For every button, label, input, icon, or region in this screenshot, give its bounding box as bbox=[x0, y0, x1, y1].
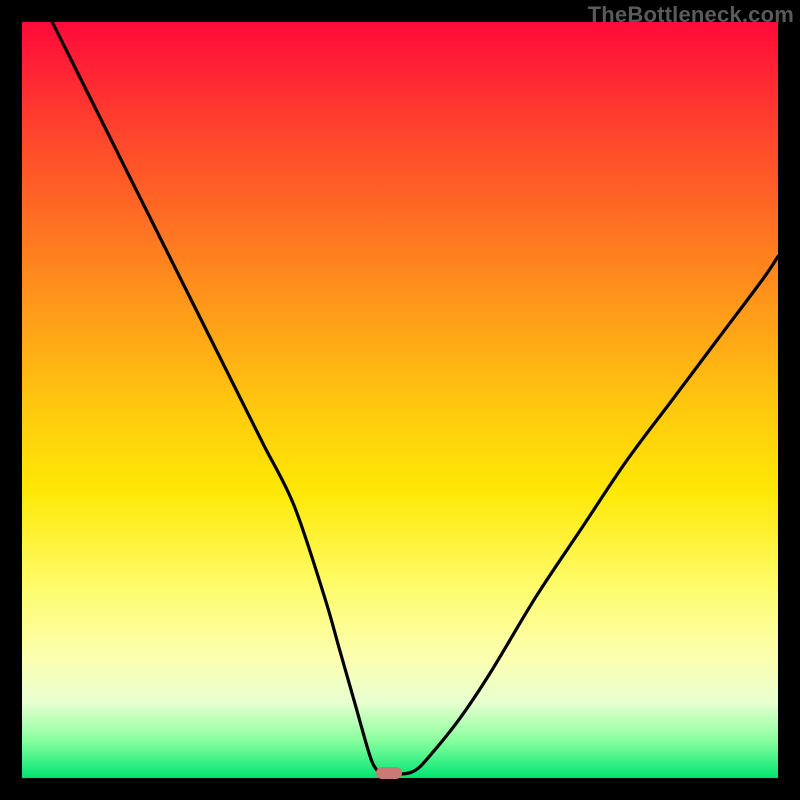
plot-area bbox=[22, 22, 778, 778]
chart-stage: TheBottleneck.com bbox=[0, 0, 800, 800]
bottleneck-curve bbox=[52, 22, 778, 775]
curve-layer bbox=[22, 22, 778, 778]
watermark-text: TheBottleneck.com bbox=[588, 2, 794, 28]
optimum-marker bbox=[376, 767, 402, 779]
